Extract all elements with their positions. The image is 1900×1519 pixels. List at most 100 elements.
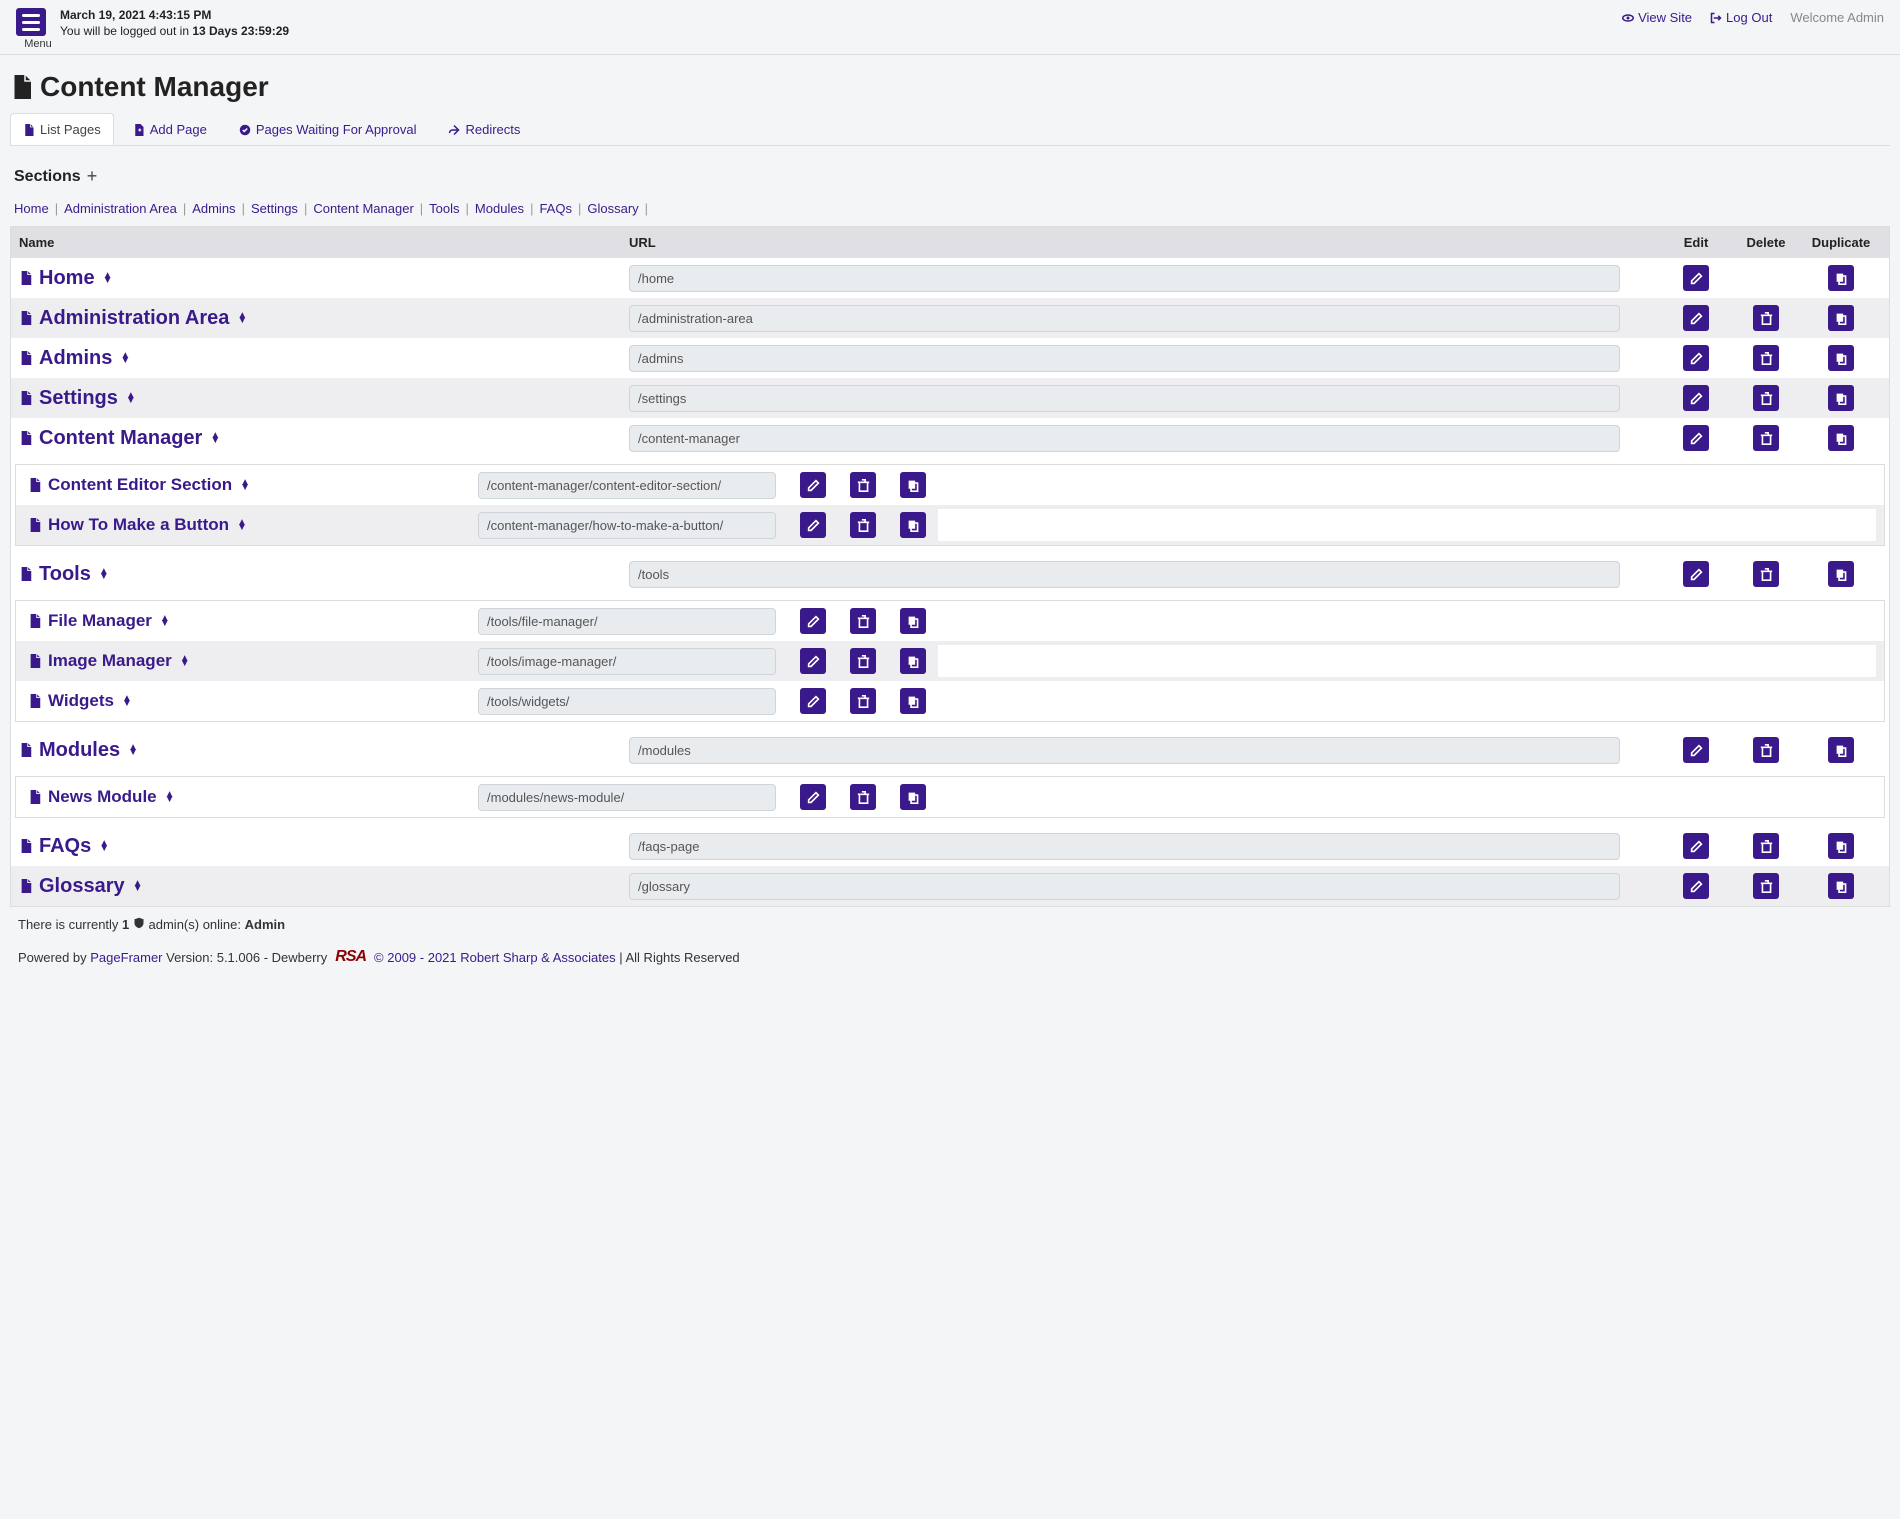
tab-redirects[interactable]: Redirects xyxy=(435,113,533,145)
edit-button[interactable] xyxy=(1683,833,1709,859)
delete-button[interactable] xyxy=(1753,385,1779,411)
delete-button[interactable] xyxy=(850,608,876,634)
edit-button[interactable] xyxy=(800,608,826,634)
delete-button[interactable] xyxy=(850,648,876,674)
delete-button[interactable] xyxy=(1753,305,1779,331)
delete-button[interactable] xyxy=(1753,345,1779,371)
breadcrumb-link[interactable]: Modules xyxy=(475,201,524,216)
edit-button[interactable] xyxy=(1683,873,1709,899)
breadcrumb-link[interactable]: Settings xyxy=(251,201,298,216)
tab-pages-waiting-for-approval[interactable]: Pages Waiting For Approval xyxy=(226,113,430,145)
breadcrumb-link[interactable]: FAQs xyxy=(539,201,572,216)
edit-button[interactable] xyxy=(1683,345,1709,371)
url-input[interactable] xyxy=(629,873,1620,900)
page-name-link[interactable]: FAQs ▲▼ xyxy=(19,835,629,858)
url-input[interactable] xyxy=(629,305,1620,332)
add-section-button[interactable]: + xyxy=(87,166,98,187)
url-input[interactable] xyxy=(478,472,776,499)
url-input[interactable] xyxy=(629,561,1620,588)
delete-button[interactable] xyxy=(1753,425,1779,451)
breadcrumb-link[interactable]: Content Manager xyxy=(313,201,413,216)
delete-button[interactable] xyxy=(1753,737,1779,763)
url-input[interactable] xyxy=(629,345,1620,372)
breadcrumb-link[interactable]: Tools xyxy=(429,201,459,216)
page-name-link[interactable]: Modules ▲▼ xyxy=(19,739,629,762)
pageframer-link[interactable]: PageFramer xyxy=(90,950,162,965)
sort-icon[interactable]: ▲▼ xyxy=(99,841,109,851)
page-name-link[interactable]: Administration Area ▲▼ xyxy=(19,307,629,330)
delete-button[interactable] xyxy=(1753,873,1779,899)
sort-icon[interactable]: ▲▼ xyxy=(165,792,175,802)
url-input[interactable] xyxy=(478,648,776,675)
page-name-link[interactable]: File Manager ▲▼ xyxy=(28,611,478,631)
edit-button[interactable] xyxy=(800,688,826,714)
page-name-link[interactable]: Home ▲▼ xyxy=(19,267,629,290)
sort-icon[interactable]: ▲▼ xyxy=(237,520,247,530)
url-input[interactable] xyxy=(629,737,1620,764)
duplicate-button[interactable] xyxy=(900,688,926,714)
url-input[interactable] xyxy=(478,784,776,811)
url-input[interactable] xyxy=(478,512,776,539)
breadcrumb-link[interactable]: Admins xyxy=(192,201,235,216)
menu-button[interactable] xyxy=(16,8,46,36)
breadcrumb-link[interactable]: Administration Area xyxy=(64,201,177,216)
duplicate-button[interactable] xyxy=(900,608,926,634)
page-name-link[interactable]: Widgets ▲▼ xyxy=(28,691,478,711)
delete-button[interactable] xyxy=(850,688,876,714)
delete-button[interactable] xyxy=(850,512,876,538)
url-input[interactable] xyxy=(629,833,1620,860)
copyright-link[interactable]: © 2009 - 2021 Robert Sharp & Associates xyxy=(374,950,616,965)
edit-button[interactable] xyxy=(800,472,826,498)
page-name-link[interactable]: Tools ▲▼ xyxy=(19,563,629,586)
sort-icon[interactable]: ▲▼ xyxy=(180,656,190,666)
duplicate-button[interactable] xyxy=(1828,345,1854,371)
sort-icon[interactable]: ▲▼ xyxy=(160,616,170,626)
url-input[interactable] xyxy=(629,265,1620,292)
sort-icon[interactable]: ▲▼ xyxy=(122,696,132,706)
breadcrumb-link[interactable]: Home xyxy=(14,201,49,216)
tab-list-pages[interactable]: List Pages xyxy=(10,113,114,145)
duplicate-button[interactable] xyxy=(1828,385,1854,411)
page-name-link[interactable]: Admins ▲▼ xyxy=(19,347,629,370)
view-site-link[interactable]: View Site xyxy=(1622,10,1692,25)
edit-button[interactable] xyxy=(800,512,826,538)
duplicate-button[interactable] xyxy=(1828,873,1854,899)
sort-icon[interactable]: ▲▼ xyxy=(210,433,220,443)
sort-icon[interactable]: ▲▼ xyxy=(103,273,113,283)
logout-link[interactable]: Log Out xyxy=(1710,10,1772,25)
duplicate-button[interactable] xyxy=(900,648,926,674)
delete-button[interactable] xyxy=(850,784,876,810)
edit-button[interactable] xyxy=(1683,425,1709,451)
duplicate-button[interactable] xyxy=(900,472,926,498)
url-input[interactable] xyxy=(478,608,776,635)
page-name-link[interactable]: Image Manager ▲▼ xyxy=(28,651,478,671)
breadcrumb-link[interactable]: Glossary xyxy=(587,201,638,216)
url-input[interactable] xyxy=(629,425,1620,452)
edit-button[interactable] xyxy=(1683,265,1709,291)
edit-button[interactable] xyxy=(1683,305,1709,331)
url-input[interactable] xyxy=(629,385,1620,412)
duplicate-button[interactable] xyxy=(900,784,926,810)
page-name-link[interactable]: Settings ▲▼ xyxy=(19,387,629,410)
duplicate-button[interactable] xyxy=(1828,265,1854,291)
sort-icon[interactable]: ▲▼ xyxy=(126,393,136,403)
delete-button[interactable] xyxy=(1753,833,1779,859)
sort-icon[interactable]: ▲▼ xyxy=(120,353,130,363)
sort-icon[interactable]: ▲▼ xyxy=(237,313,247,323)
edit-button[interactable] xyxy=(800,648,826,674)
sort-icon[interactable]: ▲▼ xyxy=(133,881,143,891)
sort-icon[interactable]: ▲▼ xyxy=(128,745,138,755)
duplicate-button[interactable] xyxy=(1828,305,1854,331)
sort-icon[interactable]: ▲▼ xyxy=(240,480,250,490)
duplicate-button[interactable] xyxy=(1828,425,1854,451)
page-name-link[interactable]: Content Manager ▲▼ xyxy=(19,427,629,450)
url-input[interactable] xyxy=(478,688,776,715)
delete-button[interactable] xyxy=(1753,561,1779,587)
duplicate-button[interactable] xyxy=(1828,737,1854,763)
edit-button[interactable] xyxy=(1683,385,1709,411)
page-name-link[interactable]: How To Make a Button ▲▼ xyxy=(28,515,478,535)
duplicate-button[interactable] xyxy=(900,512,926,538)
sort-icon[interactable]: ▲▼ xyxy=(99,569,109,579)
page-name-link[interactable]: Glossary ▲▼ xyxy=(19,875,629,898)
page-name-link[interactable]: Content Editor Section ▲▼ xyxy=(28,475,478,495)
